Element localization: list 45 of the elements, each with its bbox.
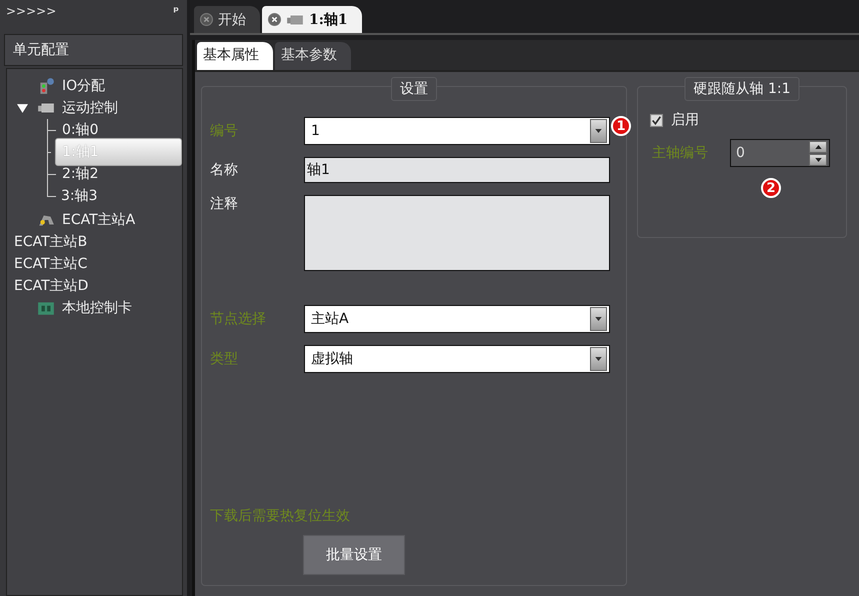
pin-button[interactable]: ᵖ	[173, 4, 179, 30]
spin-box[interactable]: 0	[730, 139, 830, 167]
dropdown[interactable]: 1	[304, 117, 610, 145]
tab[interactable]: 基本参数	[275, 42, 351, 70]
tree-item[interactable]: ECAT主站B	[12, 232, 90, 252]
tree-item[interactable]: IO分配	[60, 76, 108, 96]
tree-item[interactable]: 0:轴0	[60, 120, 101, 140]
dropdown[interactable]: 主站A	[304, 305, 610, 333]
tree-item[interactable]: 3:轴3	[59, 186, 100, 206]
callout-badge: 1	[611, 116, 631, 136]
caret-down-icon	[595, 317, 602, 321]
tab[interactable]: 基本属性	[197, 42, 273, 70]
dropdown[interactable]: 虚拟轴	[304, 345, 610, 373]
caret-down-icon	[595, 129, 602, 133]
callout-badge: 2	[761, 178, 781, 198]
field-label: 编号	[210, 122, 239, 140]
checkbox[interactable]	[650, 114, 663, 126]
group-title: 硬跟随从轴 1:1	[684, 77, 800, 101]
field-label: 注释	[210, 195, 239, 213]
expand-button[interactable]: >>>>>	[6, 4, 56, 30]
tree-item[interactable]: 本地控制卡	[60, 298, 134, 318]
batch-settings-button[interactable]: 批量设置	[303, 535, 405, 575]
text-area[interactable]	[304, 195, 610, 271]
tree-item[interactable]: 2:轴2	[60, 164, 101, 184]
field-label: 主轴编号	[652, 144, 709, 162]
document-tab[interactable]: 1:轴1	[262, 6, 362, 33]
panel-title: 单元配置	[4, 34, 183, 66]
field-label: 名称	[210, 161, 239, 179]
close-icon[interactable]	[200, 13, 213, 26]
caret-down-icon	[595, 357, 602, 361]
field-label: 类型	[210, 350, 239, 368]
close-icon[interactable]	[268, 13, 281, 26]
field-label: 节点选择	[210, 310, 267, 328]
checkbox-label: 启用	[671, 111, 699, 129]
tree-item[interactable]: ECAT主站A	[60, 210, 138, 230]
expand-triangle-icon[interactable]	[17, 102, 28, 114]
hint-text: 下载后需要热复位生效	[209, 507, 351, 525]
tree-item[interactable]: ECAT主站C	[12, 254, 90, 274]
caret-down-icon[interactable]	[814, 158, 822, 162]
caret-up-icon[interactable]	[814, 144, 822, 148]
tree-item[interactable]: ECAT主站D	[12, 276, 90, 296]
tree-item[interactable]: 运动控制	[60, 98, 120, 118]
group-title: 设置	[391, 77, 437, 101]
input-field[interactable]: 轴1	[304, 157, 610, 183]
document-tab[interactable]: 开始	[194, 6, 260, 33]
